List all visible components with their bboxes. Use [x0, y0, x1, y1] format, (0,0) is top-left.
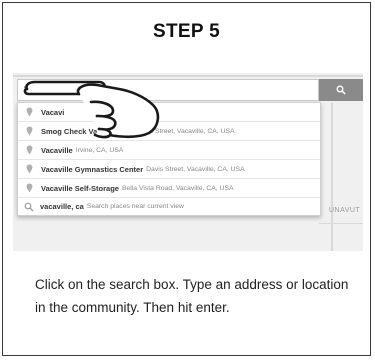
pointing-hand-icon — [23, 80, 160, 139]
suggestion-main-text: Vacaville Self-Storage — [41, 183, 119, 193]
pin-icon — [26, 164, 33, 174]
suggestion-main-text: Vacaville Gymnastics Center — [41, 164, 144, 174]
tutorial-card: STEP 5 UNAVUT V Vacavi Smog — [2, 2, 371, 356]
map-region-label: UNAVUT — [329, 207, 361, 214]
suggestion-item[interactable]: Vacaville Irvine, CA, USA — [18, 140, 320, 159]
suggestion-sub-text: Davis Street, Vacaville, CA, USA — [146, 165, 245, 173]
suggestion-item[interactable]: Vacaville Gymnastics Center Davis Street… — [18, 159, 320, 178]
map-screenshot: UNAVUT V Vacavi Smog Check Vacaville CA … — [13, 73, 363, 251]
query-sub-text: Search places near current view — [86, 203, 184, 210]
query-suggestion-item[interactable]: vacaville, ca Search places near current… — [18, 197, 320, 215]
pin-icon — [26, 183, 33, 193]
search-icon — [24, 202, 34, 211]
pin-icon — [26, 145, 33, 155]
map-road — [319, 223, 363, 224]
suggestion-sub-text: Irvine, CA, USA — [75, 146, 124, 154]
search-button[interactable] — [319, 79, 363, 101]
step-title: STEP 5 — [153, 21, 220, 42]
suggestion-sub-text: Bella Vista Road, Vacaville, CA, USA — [121, 184, 234, 192]
search-icon — [336, 85, 346, 95]
query-main-text: vacaville, ca — [40, 202, 84, 211]
step-header: STEP 5 — [3, 3, 370, 73]
map-road — [331, 103, 333, 251]
suggestion-main-text: Vacaville — [41, 145, 73, 155]
instruction-text: Click on the search box. Type an address… — [35, 277, 349, 315]
suggestion-item[interactable]: Vacaville Self-Storage Bella Vista Road,… — [18, 178, 320, 197]
